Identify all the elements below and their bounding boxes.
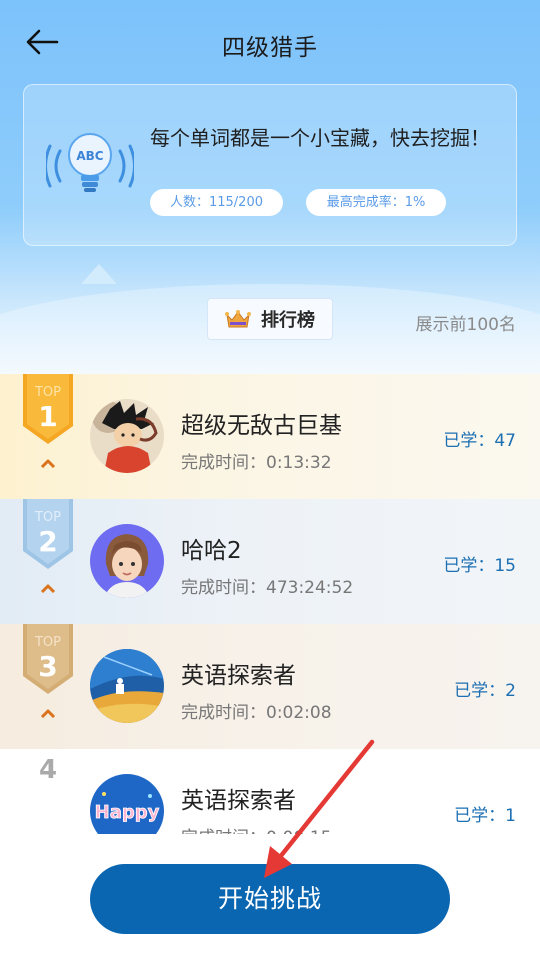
participants-pill: 人数：115/200 [150, 189, 283, 216]
trend-up-icon [40, 584, 56, 593]
crown-icon [225, 310, 251, 328]
avatar-text: Happy [95, 802, 160, 823]
rank-number: 4 [38, 755, 58, 785]
bulb-label: ABC [76, 149, 103, 163]
silver-rank-badge: TOP 2 [23, 499, 73, 569]
completion-time: 完成时间：0:00:15 [181, 823, 332, 834]
page-title: 四级猎手 [222, 35, 318, 61]
completion-time: 完成时间：0:02:08 [181, 703, 332, 723]
ranking-row[interactable]: TOP 3 英语探索者 完成时间：0:02:08 已学：2 [0, 624, 540, 749]
user-name: 英语探索者 [181, 663, 296, 689]
ranking-row[interactable]: TOP 1 超级无敌古巨基 完成时间：0:13:32 已学：47 [0, 374, 540, 499]
header: 四级猎手 [0, 0, 540, 84]
page: 四级猎手 ABC 每个单词都是一个小宝藏，快去挖掘！ 人数：115/200 最高… [0, 0, 540, 960]
rank-number: 2 [38, 525, 57, 558]
learned-count: 已学：1 [454, 806, 516, 826]
learned-count: 已学：2 [454, 681, 516, 701]
avatar [90, 524, 164, 598]
bronze-rank-badge: TOP 3 [23, 624, 73, 694]
ranking-row[interactable]: 4 Happy 英语探索者 完成时间：0:00:15 已学：1 [0, 749, 540, 834]
rank-number: 1 [38, 400, 57, 433]
user-name: 超级无敌古巨基 [181, 413, 342, 439]
info-description: 每个单词都是一个小宝藏，快去挖掘！ [150, 126, 490, 150]
info-card: ABC 每个单词都是一个小宝藏，快去挖掘！ 人数：115/200 最高完成率：1… [23, 84, 517, 246]
avatar [90, 649, 164, 723]
ranking-title: 排行榜 [207, 298, 333, 340]
learned-count: 已学：47 [443, 431, 516, 451]
rank-number: 3 [38, 650, 57, 683]
badge-top-label: TOP [34, 510, 61, 525]
badge-top-label: TOP [34, 635, 61, 650]
start-challenge-button[interactable]: 开始挑战 [90, 864, 450, 934]
trend-up-icon [40, 709, 56, 718]
user-name: 英语探索者 [181, 788, 296, 814]
ranking-list: TOP 1 超级无敌古巨基 完成时间：0:13:32 已学：47 TOP 2 哈… [0, 374, 540, 834]
badge-top-label: TOP [34, 385, 61, 400]
ranking-note: 展示前100名 [415, 315, 516, 335]
user-name: 哈哈2 [181, 538, 242, 564]
gold-rank-badge: TOP 1 [23, 374, 73, 444]
learned-count: 已学：15 [443, 556, 516, 576]
completion-time: 完成时间：0:13:32 [181, 453, 332, 473]
trend-up-icon [40, 459, 56, 468]
ranking-row[interactable]: TOP 2 哈哈2 完成时间：473:24:52 已学：15 [0, 499, 540, 624]
avatar [90, 399, 164, 473]
lightbulb-icon: ABC [46, 133, 134, 192]
completion-time: 完成时间：473:24:52 [181, 578, 354, 598]
best-rate-pill: 最高完成率：1% [306, 189, 446, 216]
card-pointer [81, 264, 117, 284]
avatar: Happy [90, 774, 164, 834]
ranking-title-label: 排行榜 [261, 310, 315, 331]
